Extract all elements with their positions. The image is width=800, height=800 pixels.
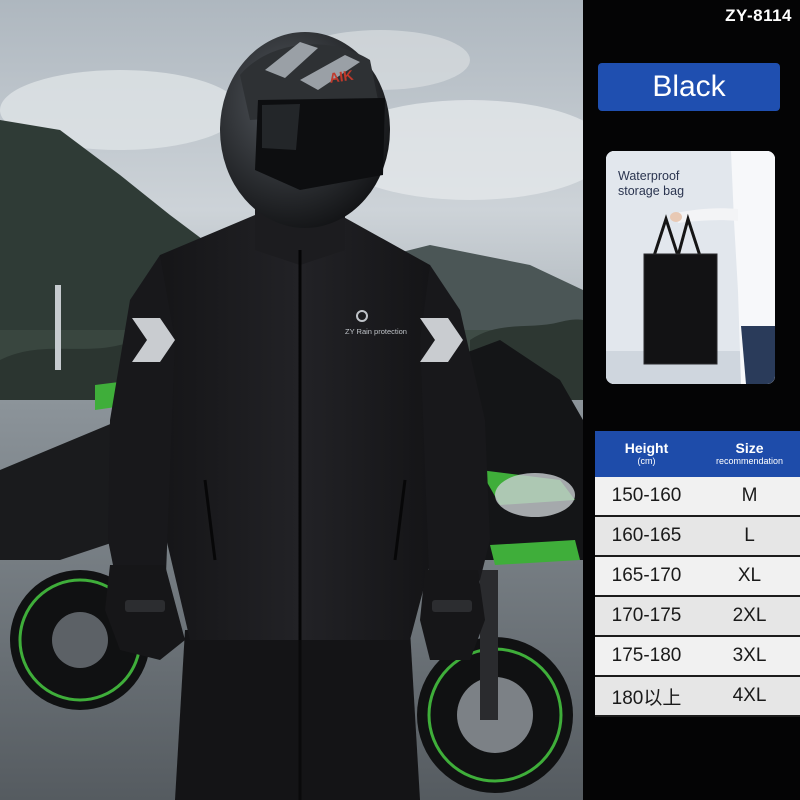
size-cell: 4XL: [732, 685, 767, 706]
tote-bag: [644, 254, 717, 364]
size-row: 170-175 2XL: [595, 597, 800, 637]
size-chart: Height (cm) Size recommendation 150-160 …: [595, 431, 800, 717]
storage-bag-label: Waterproof storage bag: [618, 169, 685, 198]
size-row: 160-165 L: [595, 517, 800, 557]
size-row: 165-170 XL: [595, 557, 800, 597]
size-cell: 2XL: [732, 605, 767, 626]
header-height-label: Height: [624, 440, 669, 456]
color-badge: Black: [598, 63, 780, 111]
storage-bag-card: Waterproof storage bag: [606, 151, 775, 384]
height-cell: 180以上: [611, 687, 682, 709]
size-chart-header: Height (cm) Size recommendation: [595, 431, 800, 477]
size-cell: L: [744, 525, 755, 546]
rider-scene: ZY Rain protection AIK: [0, 0, 583, 800]
info-panel: ZY-8114 Black Waterproof storage bag Hei…: [583, 0, 800, 800]
helmet-brand: AIK: [328, 67, 354, 86]
size-cell: 3XL: [732, 645, 767, 666]
header-size-sub: recommendation: [715, 456, 784, 466]
height-cell: 175-180: [611, 645, 682, 666]
size-row: 180以上 4XL: [595, 677, 800, 717]
header-size-label: Size: [735, 440, 764, 456]
header-height: Height (cm): [595, 431, 698, 477]
size-cell: M: [741, 485, 758, 506]
helmet: AIK: [220, 32, 390, 228]
header-size: Size recommendation: [698, 431, 800, 477]
product-banner: ZY Rain protection AIK ZY-8114 Black Wat…: [0, 0, 800, 800]
jacket-logo-text: ZY Rain protection: [345, 327, 407, 336]
product-photo: ZY Rain protection AIK: [0, 0, 583, 800]
size-row: 175-180 3XL: [595, 637, 800, 677]
height-cell: 150-160: [611, 485, 682, 506]
rain-pants: [175, 630, 420, 800]
height-cell: 160-165: [611, 525, 682, 546]
height-cell: 170-175: [611, 605, 682, 626]
model-number: ZY-8114: [725, 6, 792, 25]
size-cell: XL: [737, 565, 762, 586]
height-cell: 165-170: [611, 565, 682, 586]
size-row: 150-160 M: [595, 477, 800, 517]
header-height-unit: (cm): [637, 456, 656, 466]
